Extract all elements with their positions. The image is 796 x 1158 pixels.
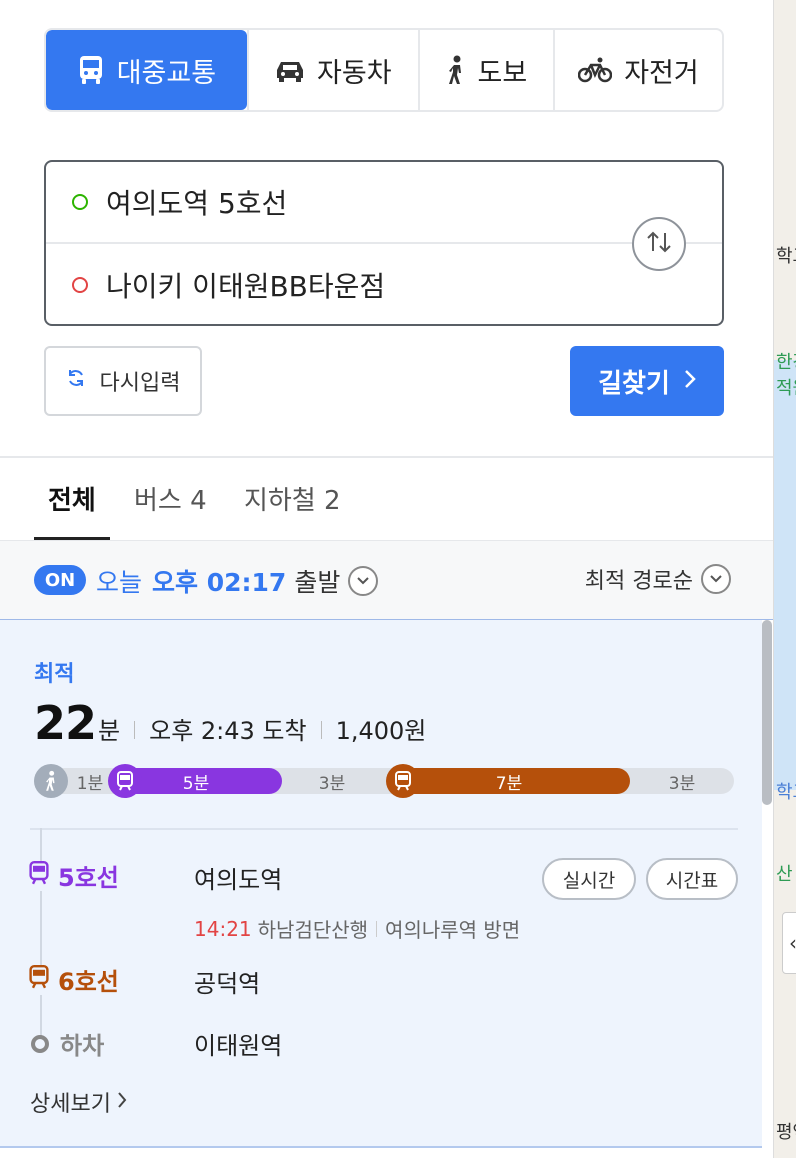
origin-dot-icon [72,194,88,210]
route-input-box: 여의도역 5호선 나이키 이태원BB타운점 [44,160,724,326]
bicycle-icon [578,57,613,83]
station-name: 공덕역 [194,970,261,998]
walk-segment-label: 1분 [76,773,104,794]
walk-icon [34,764,68,798]
direction-next: 여의나루역 방면 [385,918,521,942]
swap-button[interactable] [632,217,686,271]
destination-field[interactable]: 나이키 이태원BB타운점 [46,244,722,326]
minutes-unit: 분 [98,717,121,745]
tab-public-transit[interactable]: 대중교통 [46,30,247,110]
line-name: 5호선 [58,864,119,892]
subway-icon [108,764,142,798]
route-summary: 22 분 오후 2:43 도착 1,400원 [34,696,426,750]
tab-bus[interactable]: 버스 4 [134,480,207,517]
sort-label: 최적 경로순 [584,569,693,594]
tab-car[interactable]: 자동차 [246,30,418,110]
origin-field[interactable]: 여의도역 5호선 [46,162,722,244]
departure-time: 14:21 [194,916,252,941]
card-divider [30,828,738,830]
reset-label: 다시입력 [99,371,181,396]
walk-icon [446,55,466,85]
tab-label: 도보 [477,57,528,89]
destination-dot-icon [72,277,88,293]
map-label: 학교 [776,782,796,803]
origin-text: 여의도역 5호선 [106,187,288,220]
directions-panel: 대중교통 자동차 도보 자전거 여의도역 5호선 나이키 이태원BB타운점 다시… [0,0,773,1158]
options-bar: ON 오늘 오후 02:17 출발 최적 경로순 [0,540,773,620]
tab-bicycle[interactable]: 자전거 [552,30,722,110]
line-name: 6호선 [58,968,119,996]
realtime-button[interactable]: 실시간 [542,858,636,900]
bus-icon [77,55,105,85]
tab-label: 자전거 [624,57,699,89]
refresh-icon [66,368,86,394]
sort-selector[interactable]: 최적 경로순 [585,563,731,595]
subway-icon [386,764,420,798]
swap-arrows-icon [644,230,674,258]
walk-segment-label: 3분 [318,773,346,794]
map-river [774,360,796,790]
find-route-button[interactable]: 길찾기 [570,346,724,416]
departure-suffix: 출발 [294,568,341,597]
headsign: 하남검단산행 [257,918,369,942]
tab-label: 자동차 [317,57,392,89]
fare: 1,400원 [335,717,427,745]
subway-icon [28,860,50,891]
today-label: 오늘 [96,568,143,597]
chevron-right-icon [684,366,696,396]
map-label: 산 [776,864,793,885]
tab-all[interactable]: 전체 [48,480,96,517]
car-icon [275,58,305,82]
tab-walk[interactable]: 도보 [417,30,553,110]
map-label: 한강 [776,352,796,373]
chevron-right-icon [117,1090,127,1115]
find-route-label: 길찾기 [598,368,670,399]
departure-time-selector[interactable]: 오늘 오후 02:17 출발 [96,563,379,599]
arrival-time: 오후 2:43 도착 [149,717,307,745]
map-label: 적원 [776,378,796,399]
station-name: 여의도역 [194,866,283,894]
divider [134,721,136,739]
transport-mode-tabs: 대중교통 자동차 도보 자전거 [44,28,724,112]
chevron-left-icon: ‹ [789,931,796,955]
timetable-button[interactable]: 시간표 [646,858,738,900]
map-area[interactable]: 학고 한강 적원 학교 산 ‹ 평역 [773,0,796,1158]
tab-label: 대중교통 [116,57,217,89]
station-name: 이태원역 [194,1032,283,1060]
best-route-badge: 최적 [34,662,75,687]
departure-time: 오후 02:17 [152,568,287,597]
divider [320,721,322,739]
on-badge[interactable]: ON [34,565,86,595]
route-timeline-bar: 1분 5분 3분 7분 3분 [34,764,734,798]
chevron-down-icon [701,564,731,594]
chevron-down-icon [348,566,379,596]
result-filter-tabs: 전체 버스 4 지하철 2 [0,458,773,540]
details-label: 상세보기 [30,1092,111,1117]
reset-button[interactable]: 다시입력 [44,346,202,416]
divider [376,920,378,937]
map-label: 학고 [776,246,796,267]
map-label: 평역 [776,1122,796,1143]
train-direction-info: 14:21 하남검단산행 여의나루역 방면 [194,914,520,943]
total-minutes: 22 [34,696,97,750]
details-link[interactable]: 상세보기 [30,1086,127,1118]
step-line5: 5호선 [28,858,119,893]
route-result-card[interactable]: 최적 22 분 오후 2:43 도착 1,400원 1분 5분 3분 7분 3분 [0,620,762,1148]
destination-text: 나이키 이태원BB타운점 [106,270,386,303]
map-collapse-button[interactable]: ‹ [782,912,796,974]
subway-icon [28,964,50,995]
line-name: 하차 [60,1032,105,1060]
tab-subway[interactable]: 지하철 2 [244,480,341,517]
step-line6: 6호선 [28,962,119,997]
scrollbar[interactable] [762,620,772,805]
walk-segment-label: 3분 [668,773,696,794]
step-alight: 하차 [28,1026,104,1061]
alight-circle-icon [31,1034,49,1053]
line6-segment: 7분 [388,768,630,794]
